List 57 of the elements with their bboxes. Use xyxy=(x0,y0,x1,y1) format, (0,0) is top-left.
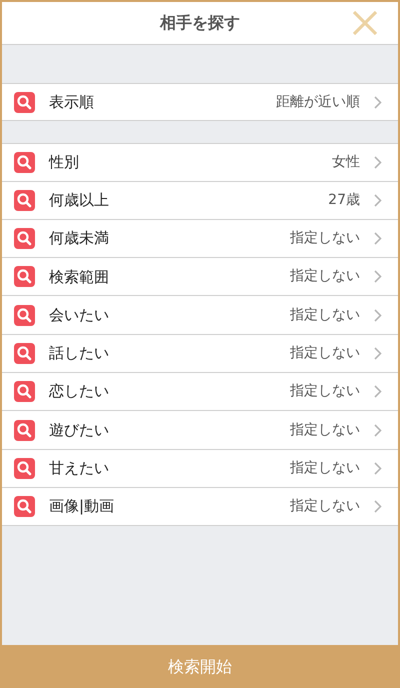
list-row[interactable]: 甘えたい 指定しない xyxy=(2,450,398,488)
chevron-icon xyxy=(374,232,382,246)
search-icon xyxy=(14,190,35,211)
chevron-icon xyxy=(374,96,382,109)
list-row[interactable]: 恋したい 指定しない xyxy=(2,373,398,412)
list-row[interactable]: 会いたい 指定しない xyxy=(2,296,398,335)
search-icon xyxy=(14,496,35,518)
list-row[interactable]: 画像|動画 指定しない xyxy=(2,488,398,526)
chevron-icon xyxy=(374,424,382,437)
row-label: 会いたい xyxy=(49,304,109,326)
list-row[interactable]: 検索範囲 指定しない xyxy=(2,258,398,296)
row-value: 27歳 xyxy=(328,190,360,210)
list-row[interactable]: 遊びたい 指定しない xyxy=(2,411,398,450)
row-label: 性別 xyxy=(49,152,79,174)
list-row[interactable]: 何歳未満 指定しない xyxy=(2,220,398,258)
row-value: 指定しない xyxy=(290,229,360,248)
chevron-icon xyxy=(374,156,382,169)
chevron-icon xyxy=(374,500,382,514)
chevron-icon xyxy=(374,270,382,284)
chevron-icon xyxy=(374,462,382,475)
row-value: 指定しない xyxy=(290,306,360,325)
chevron-icon xyxy=(374,308,382,322)
search-icon xyxy=(14,266,35,288)
row-value: 指定しない xyxy=(290,497,360,516)
list-row[interactable]: 話したい 指定しない xyxy=(2,334,398,374)
row-value: 指定しない xyxy=(290,267,360,286)
row-value: 指定しない xyxy=(290,420,360,440)
row-value: 指定しない xyxy=(290,344,360,363)
row-label: 恋したい xyxy=(49,381,109,402)
header-title: 相手を探す xyxy=(160,12,240,34)
search-icon xyxy=(14,458,35,479)
chevron-icon xyxy=(374,194,382,207)
list-row[interactable]: 性別 女性 xyxy=(2,143,398,182)
search-icon xyxy=(14,304,35,326)
search-icon xyxy=(14,381,35,402)
row-label: 遊びたい xyxy=(49,420,109,441)
list-row[interactable]: 何歳以上 27歳 xyxy=(2,182,398,220)
row-label: 話したい xyxy=(49,343,109,364)
search-icon xyxy=(14,92,35,113)
chevron-icon xyxy=(374,346,382,360)
row-value: 距離が近い順 xyxy=(276,92,360,112)
search-icon xyxy=(14,152,35,173)
search-icon xyxy=(14,228,35,250)
row-label: 何歳未満 xyxy=(49,228,109,250)
row-label: 表示順 xyxy=(49,92,94,113)
chevron-icon xyxy=(374,385,382,398)
row-value: 指定しない xyxy=(290,458,360,478)
search-icon xyxy=(14,420,35,441)
row-label: 何歳以上 xyxy=(49,190,109,211)
close-icon[interactable] xyxy=(352,10,378,36)
row-label: 甘えたい xyxy=(49,458,109,480)
row-value: 指定しない xyxy=(290,382,360,402)
row-label: 検索範囲 xyxy=(49,266,109,288)
list-row[interactable]: 表示順 距離が近い順 xyxy=(2,83,398,122)
row-value: 女性 xyxy=(332,152,360,172)
search-icon xyxy=(14,342,35,364)
row-label: 画像|動画 xyxy=(49,496,114,518)
